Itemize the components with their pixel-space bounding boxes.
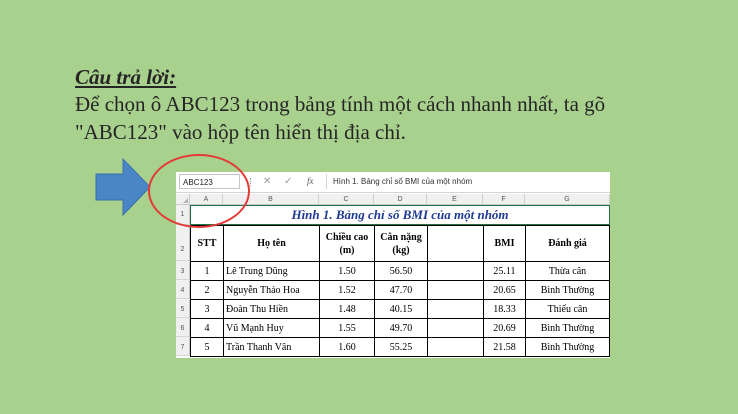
answer-body-line-1: Để chọn ô ABC123 trong bảng tính một các… [75, 92, 606, 116]
cell-rating[interactable]: Bình Thường [525, 280, 610, 300]
cell-weight[interactable]: 55.25 [374, 337, 428, 357]
highlight-circle [148, 154, 250, 228]
header-height[interactable]: Chiều cao (m) [319, 225, 375, 262]
cell-weight[interactable]: 47.70 [374, 280, 428, 300]
cell-bmi[interactable]: 21.58 [483, 337, 526, 357]
column-header-d[interactable]: D [374, 194, 427, 205]
cell-height[interactable]: 1.48 [319, 299, 375, 319]
cell-rating[interactable]: Thiếu cân [525, 299, 610, 319]
column-header-c[interactable]: C [319, 194, 374, 205]
cell-name[interactable]: Nguyễn Thảo Hoa [223, 280, 320, 300]
formula-input[interactable]: Hình 1. Bảng chỉ số BMI của một nhóm [326, 174, 606, 189]
cell-weight[interactable]: 49.70 [374, 318, 428, 338]
header-rating[interactable]: Đánh giá [525, 225, 610, 262]
column-header-g[interactable]: G [525, 194, 610, 205]
cell-blank[interactable] [427, 337, 484, 357]
cell-stt[interactable]: 2 [190, 280, 224, 300]
cell-weight[interactable]: 40.15 [374, 299, 428, 319]
table-title-cell[interactable]: Hình 1. Bảng chỉ số BMI của một nhóm [190, 205, 610, 225]
cell-blank[interactable] [427, 280, 484, 300]
cell-bmi[interactable]: 20.69 [483, 318, 526, 338]
header-weight[interactable]: Cân nặng (kg) [374, 225, 428, 262]
answer-text-block: Câu trả lời: Để chọn ô ABC123 trong bảng… [75, 64, 735, 146]
cell-bmi[interactable]: 18.33 [483, 299, 526, 319]
cell-stt[interactable]: 1 [190, 261, 224, 281]
cell-weight[interactable]: 56.50 [374, 261, 428, 281]
cell-blank[interactable] [427, 261, 484, 281]
cell-stt[interactable]: 3 [190, 299, 224, 319]
cell-name[interactable]: Vũ Mạnh Huy [223, 318, 320, 338]
cell-name[interactable]: Trần Thanh Vân [223, 337, 320, 357]
cell-height[interactable]: 1.55 [319, 318, 375, 338]
cell-height[interactable]: 1.50 [319, 261, 375, 281]
formula-bar-separator [250, 178, 253, 186]
row-header-4[interactable]: 4 [176, 280, 190, 299]
column-header-f[interactable]: F [483, 194, 525, 205]
cell-rating[interactable]: Bình Thường [525, 318, 610, 338]
row-header-5[interactable]: 5 [176, 299, 190, 318]
row-header-2[interactable]: 2 [176, 225, 190, 261]
row-header-6[interactable]: 6 [176, 318, 190, 337]
cell-name[interactable]: Đoàn Thu Hiền [223, 299, 320, 319]
cell-blank[interactable] [427, 299, 484, 319]
cell-blank[interactable] [427, 318, 484, 338]
cancel-icon[interactable]: ✕ [263, 174, 271, 189]
answer-body-line-2: "ABC123" vào hộp tên hiển thị địa chỉ. [75, 120, 406, 144]
cell-bmi[interactable]: 20.65 [483, 280, 526, 300]
cell-rating[interactable]: Thừa cân [525, 261, 610, 281]
enter-check-icon[interactable]: ✓ [284, 174, 292, 189]
cell-rating[interactable]: Bình Thường [525, 337, 610, 357]
column-header-e[interactable]: E [427, 194, 483, 205]
cell-stt[interactable]: 4 [190, 318, 224, 338]
header-bmi[interactable]: BMI [483, 225, 526, 262]
cell-stt[interactable]: 5 [190, 337, 224, 357]
right-arrow-icon [95, 158, 151, 216]
header-name[interactable]: Họ tên [223, 225, 320, 262]
cell-name[interactable]: Lê Trung Dũng [223, 261, 320, 281]
insert-function-icon[interactable]: fx [307, 174, 314, 189]
cell-bmi[interactable]: 25.11 [483, 261, 526, 281]
cell-height[interactable]: 1.52 [319, 280, 375, 300]
answer-heading: Câu trả lời: [75, 65, 177, 89]
row-header-3[interactable]: 3 [176, 261, 190, 280]
header-blank[interactable] [427, 225, 484, 262]
row-header-7[interactable]: 7 [176, 337, 190, 356]
cell-height[interactable]: 1.60 [319, 337, 375, 357]
header-stt[interactable]: STT [190, 225, 224, 262]
